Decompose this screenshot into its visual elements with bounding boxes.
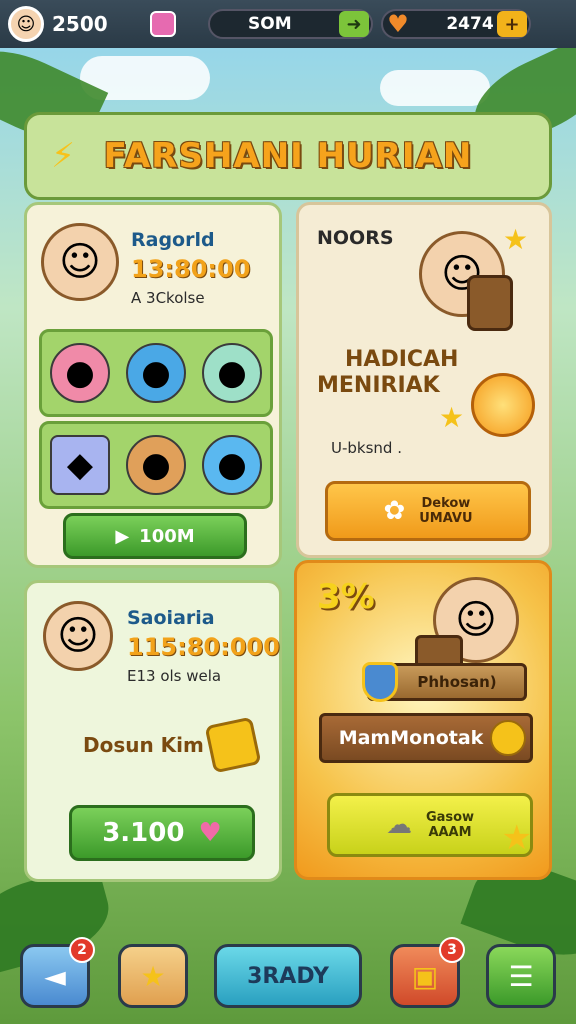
reward-title-line2: MENIRIAK: [317, 373, 440, 398]
gem-icon[interactable]: [150, 11, 176, 37]
daily-rewards-panel: ⚡ FARSHANI HURIAN ☺ Ragorld 13:80:00 A 3…: [24, 112, 552, 892]
character-subtitle: E13 ols wela: [127, 667, 222, 685]
chat-button[interactable]: ▣ 3: [390, 937, 465, 1008]
character-name: Saoiaria: [127, 607, 215, 629]
heart-icon: ♥: [198, 818, 222, 848]
menu-icon: ☰: [508, 959, 534, 993]
buy-button-label: 3.100: [102, 818, 185, 848]
blue-monster-icon[interactable]: ●: [126, 343, 186, 403]
duck-icon: [490, 720, 526, 756]
shield-icon: [362, 662, 398, 702]
back-button[interactable]: ◄ 2: [20, 937, 95, 1008]
mint-monster-icon[interactable]: ●: [202, 343, 262, 403]
bonus-percent: 3%: [317, 577, 375, 617]
aviator-character-portrait: ☺: [43, 601, 113, 671]
gear-icon: ✿: [383, 496, 406, 526]
puzzle-piece-icon: [204, 716, 262, 774]
pink-monster-icon[interactable]: ●: [50, 343, 110, 403]
reward-card-hadiah: NOORS ★ ☺ HADICAH MENIRIAK ★ U-bksnd . ✿…: [296, 202, 552, 558]
heart-currency: ♥ 2474 +: [381, 9, 531, 39]
barrel-icon: [467, 275, 513, 331]
star-icon: ★: [439, 401, 465, 434]
tag-text: Phhosan): [417, 673, 497, 691]
heart-icon: ♥: [387, 10, 409, 38]
player-avatar[interactable]: ☺: [8, 6, 44, 42]
back-arrow-icon: ◄: [44, 959, 66, 993]
play-button[interactable]: ▶ 100M: [63, 513, 247, 559]
notification-badge: 3: [439, 937, 465, 963]
ready-button-label: 3RADY: [247, 963, 329, 989]
monster-row: ◆ ● ●: [39, 421, 273, 509]
reward-card-bonus: 3% ☺ Phhosan) MamMonotak ☁ Gasow AAAM ★: [294, 560, 552, 880]
star-icon: ★: [501, 818, 532, 858]
buy-button[interactable]: 3.100 ♥: [69, 805, 255, 861]
coin-count: 2500: [52, 12, 108, 36]
heart-count: 2474: [446, 14, 494, 34]
golden-coin-icon: [471, 373, 535, 437]
claim-button-line1: Dekow: [421, 496, 471, 511]
claim-button-line2: UMAVU: [419, 511, 473, 526]
heart-add-button[interactable]: +: [496, 11, 527, 37]
notification-badge: 2: [69, 937, 95, 963]
som-add-button[interactable]: ➜: [339, 11, 369, 37]
reward-title: HADICAH MENIRIAK: [317, 347, 458, 399]
star-icon: ★: [140, 959, 166, 993]
reward-card-saoiaria: ☺ Saoiaria 115:80:000 E13 ols wela Dosun…: [24, 580, 282, 882]
character-subtitle: A 3Ckolse: [131, 289, 205, 307]
character-name: Ragorld: [131, 229, 215, 251]
lightning-icon: ⚡: [51, 136, 75, 176]
reward-label: Dosun Kim: [83, 733, 204, 757]
timer: 115:80:000: [127, 633, 280, 661]
reward-title-line1: HADICAH: [345, 347, 459, 372]
collect-button-line1: Gasow: [425, 810, 475, 825]
collect-button-line2: AAAM: [428, 825, 472, 840]
cloud-rock-icon: ☁: [385, 810, 412, 840]
top-bar: ☺ 2500 SOM ➜ ♥ 2474 +: [0, 0, 576, 48]
reward-caption: U-bksnd .: [331, 439, 402, 457]
menu-button[interactable]: ☰: [486, 944, 556, 1008]
dice-block-icon[interactable]: ◆: [50, 435, 110, 495]
som-currency: SOM ➜: [208, 9, 373, 39]
banner-text: MamMonotak: [338, 727, 484, 749]
play-button-label: 100M: [139, 525, 195, 547]
play-icon: ▶: [115, 525, 130, 547]
star-icon: ★: [503, 223, 529, 256]
claim-button-text: Dekow UMAVU: [419, 496, 472, 526]
character-portrait: ☺: [41, 223, 119, 301]
monster-row: ● ● ●: [39, 329, 273, 417]
claim-button[interactable]: ✿ Dekow UMAVU: [325, 481, 531, 541]
favorites-button[interactable]: ★: [118, 944, 188, 1008]
cloud: [380, 70, 490, 106]
chat-bubble-icon: ▣: [411, 959, 439, 993]
collect-button[interactable]: ☁ Gasow AAAM ★: [327, 793, 533, 858]
panel-title-bar: ⚡ FARSHANI HURIAN: [24, 112, 552, 200]
ready-button[interactable]: 3RADY: [214, 944, 362, 1008]
som-label: SOM: [248, 14, 292, 34]
timer: 13:80:00: [131, 255, 251, 283]
name-banner: MamMonotak: [319, 713, 533, 763]
blue-cat-icon[interactable]: ●: [202, 435, 262, 495]
reward-card-ragorld: ☺ Ragorld 13:80:00 A 3Ckolse ● ● ● ◆ ● ●…: [24, 202, 282, 568]
panel-title: FARSHANI HURIAN: [103, 136, 473, 176]
tag-banner: Phhosan): [362, 662, 527, 702]
lion-monster-icon[interactable]: ●: [126, 435, 186, 495]
card-header: NOORS: [317, 227, 394, 249]
collect-button-text: Gasow AAAM: [426, 810, 474, 840]
